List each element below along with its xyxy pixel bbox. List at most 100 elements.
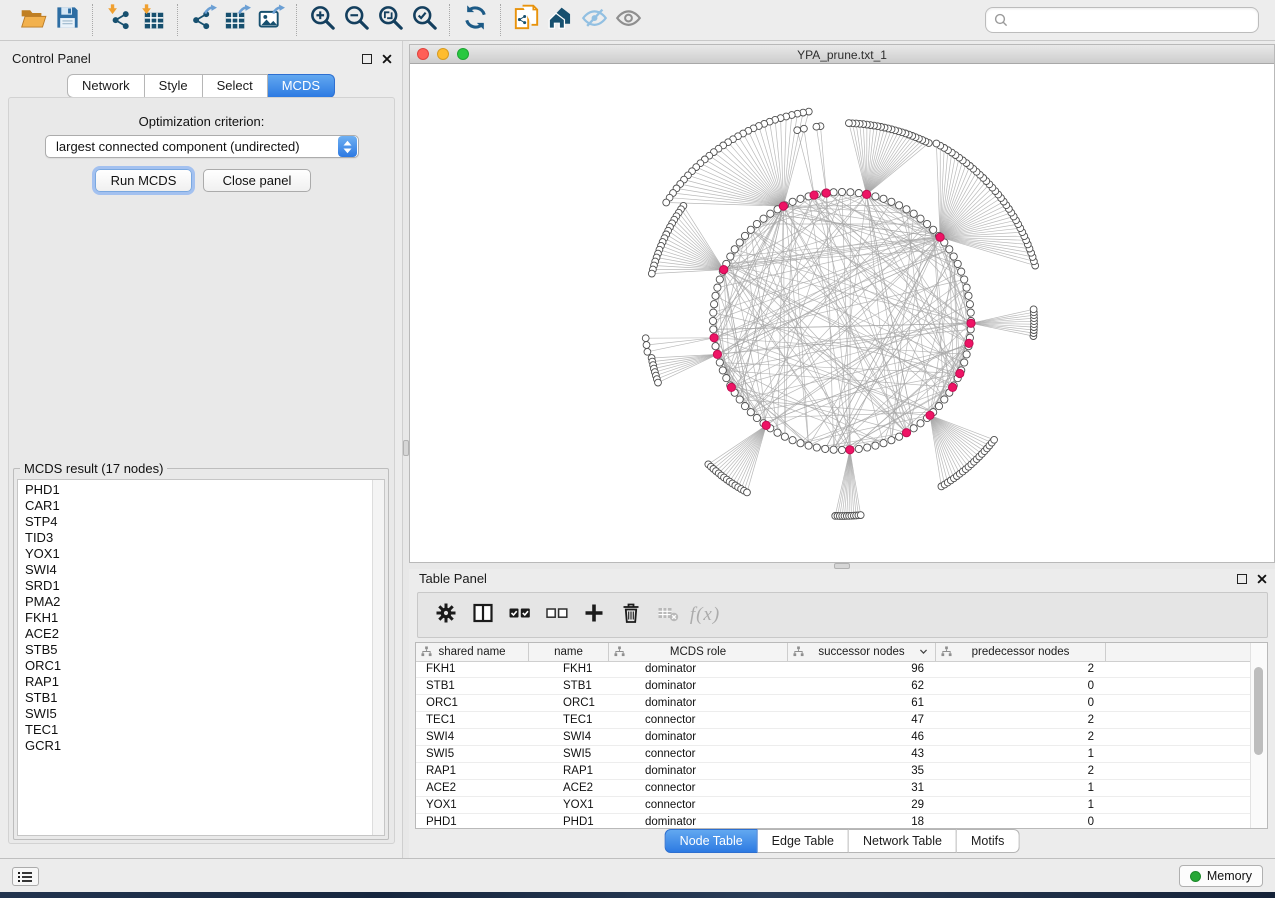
cell-predecessor_nodes[interactable]: 1 [936, 746, 1106, 762]
column-header-shared-name[interactable]: shared name [416, 643, 529, 661]
cell-name[interactable]: ACE2 [529, 780, 609, 796]
mcds-result-item[interactable]: FKH1 [18, 610, 372, 626]
cell-mcds_role[interactable]: dominator [609, 814, 788, 829]
cell-predecessor_nodes[interactable]: 1 [936, 797, 1106, 813]
mcds-result-item[interactable]: PMA2 [18, 594, 372, 610]
export-network-button[interactable] [186, 4, 220, 36]
table-scrollbar-thumb[interactable] [1254, 667, 1263, 755]
mcds-result-item[interactable]: PHD1 [18, 482, 372, 498]
zoom-out-button[interactable] [339, 4, 373, 36]
column-header-successor-nodes[interactable]: successor nodes [788, 643, 936, 661]
cell-predecessor_nodes[interactable]: 2 [936, 729, 1106, 745]
delete-row-button[interactable] [615, 599, 647, 631]
memory-button[interactable]: Memory [1179, 865, 1263, 887]
mcds-result-item[interactable]: RAP1 [18, 674, 372, 690]
mcds-result-item[interactable]: ORC1 [18, 658, 372, 674]
cell-predecessor_nodes[interactable]: 2 [936, 661, 1106, 677]
cell-successor_nodes[interactable]: 35 [788, 763, 936, 779]
mcds-list-scrollbar[interactable] [372, 480, 384, 835]
column-header-name[interactable]: name [529, 643, 609, 661]
mcds-result-item[interactable]: YOX1 [18, 546, 372, 562]
cell-shared_name[interactable]: SWI5 [416, 746, 529, 762]
show-all-button[interactable] [611, 4, 645, 36]
cell-shared_name[interactable]: STB1 [416, 678, 529, 694]
cell-shared_name[interactable]: YOX1 [416, 797, 529, 813]
tab-node-table[interactable]: Node Table [665, 829, 758, 853]
cell-shared_name[interactable]: SWI4 [416, 729, 529, 745]
delete-table-button[interactable] [652, 599, 684, 631]
add-row-button[interactable] [578, 599, 610, 631]
tab-mcds[interactable]: MCDS [268, 74, 335, 98]
mcds-result-item[interactable]: SWI5 [18, 706, 372, 722]
cell-name[interactable]: RAP1 [529, 763, 609, 779]
refresh-view-button[interactable] [458, 4, 492, 36]
tab-network-table[interactable]: Network Table [849, 829, 957, 853]
cell-mcds_role[interactable]: connector [609, 712, 788, 728]
hide-selected-button[interactable] [577, 4, 611, 36]
table-row[interactable]: YOX1YOX1connector291 [416, 797, 1251, 814]
new-network-from-selection-button[interactable] [509, 4, 543, 36]
mcds-result-item[interactable]: ACE2 [18, 626, 372, 642]
save-session-button[interactable] [50, 4, 84, 36]
zoom-fit-button[interactable] [373, 4, 407, 36]
optimization-criterion-select[interactable]: largest connected component (undirected) [45, 135, 359, 158]
cell-predecessor_nodes[interactable]: 2 [936, 712, 1106, 728]
cell-name[interactable]: FKH1 [529, 661, 609, 677]
export-table-button[interactable] [220, 4, 254, 36]
cell-shared_name[interactable]: ACE2 [416, 780, 529, 796]
import-network-button[interactable] [101, 4, 135, 36]
close-table-panel-icon[interactable] [1256, 573, 1267, 584]
cell-successor_nodes[interactable]: 62 [788, 678, 936, 694]
float-panel-icon[interactable] [362, 54, 372, 64]
table-row[interactable]: ACE2ACE2connector311 [416, 780, 1251, 797]
cell-mcds_role[interactable]: dominator [609, 763, 788, 779]
select-all-button[interactable] [504, 599, 536, 631]
table-row[interactable]: FKH1FKH1dominator962 [416, 661, 1251, 678]
cell-successor_nodes[interactable]: 18 [788, 814, 936, 829]
cell-mcds_role[interactable]: dominator [609, 695, 788, 711]
close-panel-icon[interactable] [381, 53, 392, 64]
cell-successor_nodes[interactable]: 46 [788, 729, 936, 745]
cell-shared_name[interactable]: FKH1 [416, 661, 529, 677]
mcds-result-item[interactable]: GCR1 [18, 738, 372, 754]
zoom-selected-button[interactable] [407, 4, 441, 36]
float-table-panel-icon[interactable] [1237, 574, 1247, 584]
cell-shared_name[interactable]: RAP1 [416, 763, 529, 779]
cell-successor_nodes[interactable]: 43 [788, 746, 936, 762]
function-builder-button[interactable]: f(x) [689, 599, 721, 631]
cell-shared_name[interactable]: ORC1 [416, 695, 529, 711]
mcds-result-item[interactable]: CAR1 [18, 498, 372, 514]
cell-successor_nodes[interactable]: 61 [788, 695, 936, 711]
table-row[interactable]: STB1STB1dominator620 [416, 678, 1251, 695]
cell-successor_nodes[interactable]: 31 [788, 780, 936, 796]
cell-name[interactable]: SWI4 [529, 729, 609, 745]
cell-predecessor_nodes[interactable]: 0 [936, 695, 1106, 711]
cell-predecessor_nodes[interactable]: 0 [936, 678, 1106, 694]
cell-mcds_role[interactable]: connector [609, 797, 788, 813]
cell-mcds_role[interactable]: connector [609, 746, 788, 762]
column-header-predecessor-nodes[interactable]: predecessor nodes [936, 643, 1106, 661]
tab-motifs[interactable]: Motifs [957, 829, 1019, 853]
deselect-all-button[interactable] [541, 599, 573, 631]
tab-edge-table[interactable]: Edge Table [758, 829, 849, 853]
export-image-button[interactable] [254, 4, 288, 36]
cell-name[interactable]: SWI5 [529, 746, 609, 762]
toggle-column-button[interactable] [467, 599, 499, 631]
search-input[interactable] [1014, 12, 1250, 29]
cell-predecessor_nodes[interactable]: 1 [936, 780, 1106, 796]
cell-name[interactable]: PHD1 [529, 814, 609, 829]
open-file-button[interactable] [16, 4, 50, 36]
run-mcds-button[interactable]: Run MCDS [95, 169, 192, 192]
table-row[interactable]: PHD1PHD1dominator180 [416, 814, 1251, 829]
cell-predecessor_nodes[interactable]: 0 [936, 814, 1106, 829]
cell-successor_nodes[interactable]: 96 [788, 661, 936, 677]
table-row[interactable]: SWI5SWI5connector431 [416, 746, 1251, 763]
cell-predecessor_nodes[interactable]: 2 [936, 763, 1106, 779]
cell-name[interactable]: ORC1 [529, 695, 609, 711]
network-canvas[interactable] [410, 64, 1274, 562]
mcds-result-item[interactable]: TEC1 [18, 722, 372, 738]
cell-mcds_role[interactable]: dominator [609, 661, 788, 677]
cell-successor_nodes[interactable]: 47 [788, 712, 936, 728]
import-table-button[interactable] [135, 4, 169, 36]
tab-style[interactable]: Style [145, 74, 203, 98]
